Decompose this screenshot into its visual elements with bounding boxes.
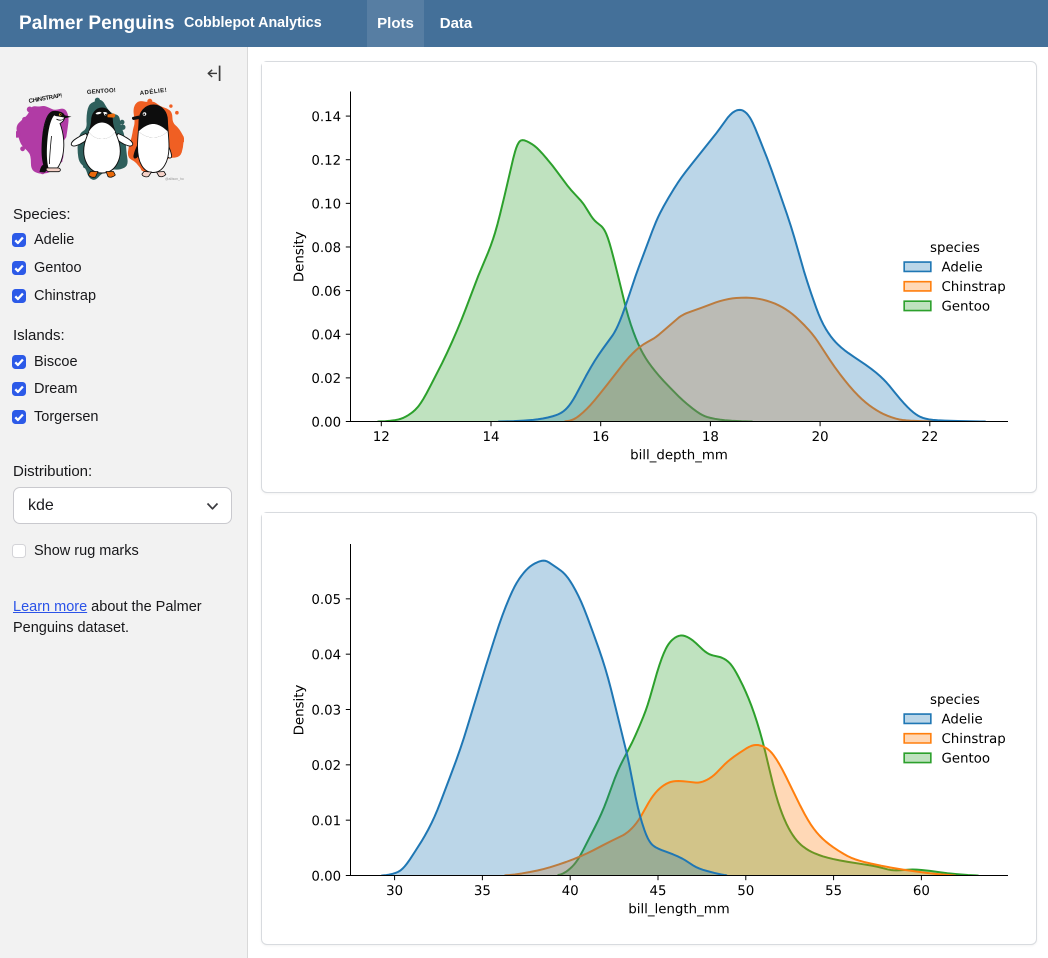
svg-text:@allison_horst: @allison_horst bbox=[165, 177, 184, 181]
svg-text:GENTOO!: GENTOO! bbox=[87, 88, 116, 96]
svg-text:ADÉLIE!: ADÉLIE! bbox=[139, 86, 167, 97]
svg-text:CHINSTRAP!: CHINSTRAP! bbox=[28, 93, 63, 105]
